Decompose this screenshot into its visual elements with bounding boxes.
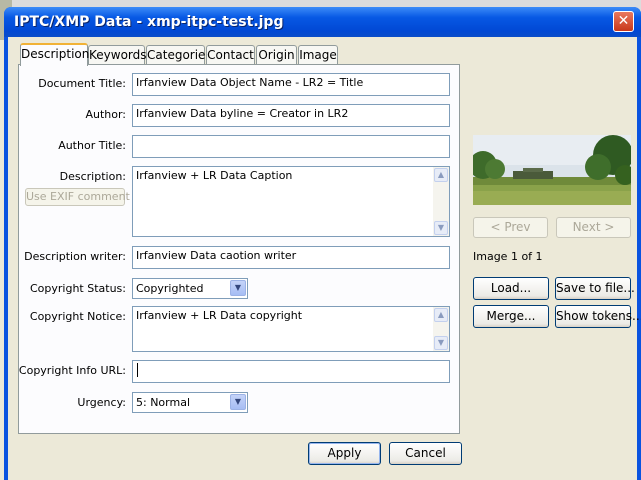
cancel-button[interactable]: Cancel	[389, 442, 462, 465]
tab-contact[interactable]: Contact	[206, 45, 255, 64]
tab-keywords[interactable]: Keywords	[88, 45, 147, 64]
description-panel: Document Title: Irfanview Data Object Na…	[18, 64, 460, 434]
close-icon: ✕	[617, 13, 630, 29]
author-title-field[interactable]	[132, 135, 450, 158]
urgency-select[interactable]: 5: Normal ▼	[132, 392, 248, 413]
chevron-down-icon[interactable]: ▼	[230, 394, 246, 410]
merge-button[interactable]: Merge...	[473, 305, 549, 328]
dialog-title: IPTC/XMP Data - xmp-itpc-test.jpg	[14, 14, 284, 30]
next-button[interactable]: Next >	[556, 217, 631, 238]
description-memo[interactable]: Irfanview + LR Data Caption ▲ ▼	[132, 166, 450, 237]
urgency-value: 5: Normal	[136, 396, 191, 409]
description-writer-label: Description writer:	[24, 250, 126, 263]
iptc-dialog: IPTC/XMP Data - xmp-itpc-test.jpg ✕ Desc…	[4, 7, 641, 480]
description-label: Description:	[59, 170, 126, 183]
copyright-url-field[interactable]	[132, 360, 450, 383]
text-caret	[137, 363, 138, 377]
scroll-up-arrow-icon[interactable]: ▲	[434, 168, 448, 182]
use-exif-comment-button[interactable]: Use EXIF comment	[25, 188, 130, 206]
document-title-field[interactable]: Irfanview Data Object Name - LR2 = Title	[132, 73, 450, 96]
copyright-status-select[interactable]: Copyrighted ▼	[132, 278, 248, 299]
description-scrollbar[interactable]: ▲ ▼	[433, 167, 449, 236]
prev-button[interactable]: < Prev	[473, 217, 548, 238]
chevron-down-icon[interactable]: ▼	[230, 280, 246, 296]
dialog-client-area: Description Keywords Categories Contact …	[8, 37, 641, 480]
urgency-label: Urgency:	[77, 396, 126, 409]
image-preview	[473, 135, 631, 205]
copyright-notice-memo[interactable]: Irfanview + LR Data copyright ▲ ▼	[132, 306, 450, 352]
author-title-label: Author Title:	[58, 139, 126, 152]
copyright-url-label: Copyright Info URL:	[18, 364, 126, 377]
close-button[interactable]: ✕	[613, 11, 634, 32]
tab-origin[interactable]: Origin	[256, 45, 297, 64]
author-label: Author:	[85, 108, 126, 121]
scroll-down-arrow-icon[interactable]: ▼	[434, 221, 448, 235]
show-tokens-button[interactable]: Show tokens...	[555, 305, 641, 328]
scroll-up-arrow-icon[interactable]: ▲	[434, 308, 448, 322]
tab-image[interactable]: Image	[298, 45, 338, 64]
description-text: Irfanview + LR Data Caption	[136, 169, 293, 182]
copyright-status-value: Copyrighted	[136, 282, 204, 295]
copyright-notice-text: Irfanview + LR Data copyright	[136, 309, 303, 322]
description-writer-field[interactable]: Irfanview Data caotion writer	[132, 246, 450, 269]
save-to-file-button[interactable]: Save to file...	[555, 277, 635, 300]
load-button[interactable]: Load...	[473, 277, 549, 300]
copyright-notice-scrollbar[interactable]: ▲ ▼	[433, 307, 449, 351]
copyright-status-label: Copyright Status:	[29, 282, 126, 295]
image-counter: Image 1 of 1	[473, 250, 543, 263]
author-field[interactable]: Irfanview Data byline = Creator in LR2	[132, 104, 450, 127]
apply-button[interactable]: Apply	[308, 442, 381, 465]
copyright-notice-label: Copyright Notice:	[29, 310, 126, 323]
title-bar[interactable]: IPTC/XMP Data - xmp-itpc-test.jpg ✕	[4, 7, 641, 37]
tab-categories[interactable]: Categories	[146, 45, 212, 64]
document-title-label: Document Title:	[38, 77, 126, 90]
tab-description[interactable]: Description	[20, 43, 89, 66]
landscape-preview-image	[473, 135, 631, 205]
scroll-down-arrow-icon[interactable]: ▼	[434, 336, 448, 350]
